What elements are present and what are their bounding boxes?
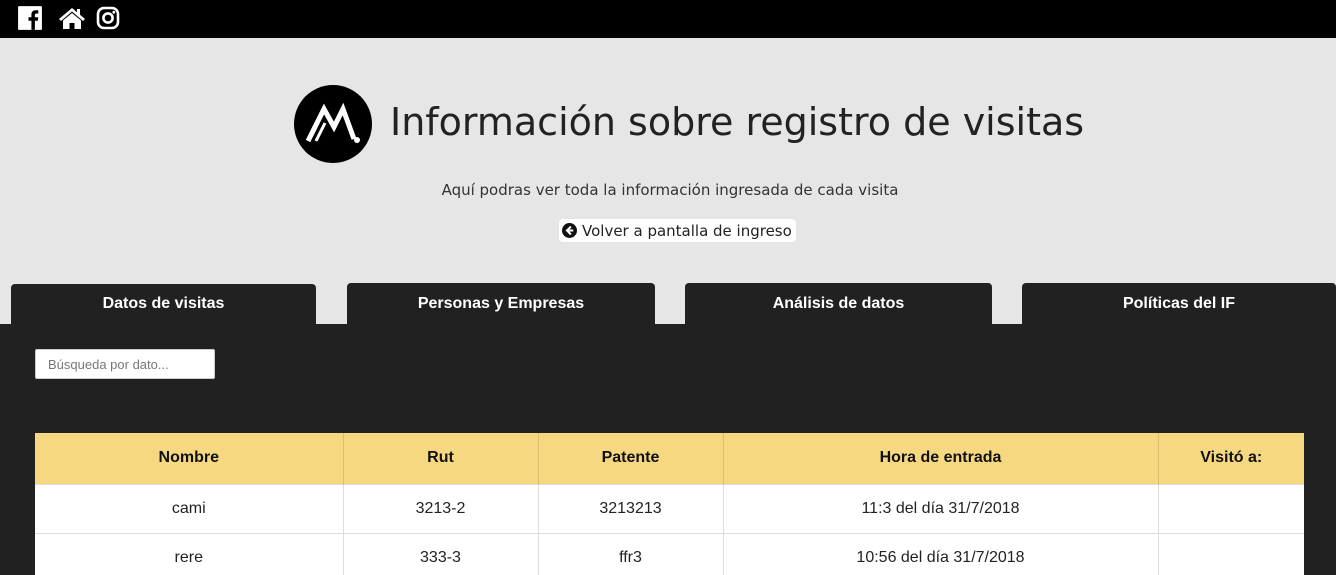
page-subtitle: Aquí podras ver toda la información ingr… [441,181,899,199]
tab-label: Análisis de datos [772,295,905,312]
cell-nombre: rere [35,532,344,575]
column-header-hora-de-entrada[interactable]: Hora de entrada [723,433,1159,484]
cell-hora-de-entrada: 11:3 del día 31/7/2018 [723,483,1159,533]
cell-visito-a [1158,483,1304,533]
tab-datos-de-visitas[interactable]: Datos de visitas [11,284,316,324]
facebook-icon[interactable] [17,5,43,31]
tab-politicas-del-if[interactable]: Políticas del IF [1022,283,1336,325]
column-header-rut[interactable]: Rut [343,433,539,484]
table-row[interactable]: cami 3213-2 3213213 11:3 del día 31/7/20… [35,483,1304,533]
cell-visito-a [1158,532,1304,575]
column-header-nombre[interactable]: Nombre [35,433,344,484]
back-to-entry-label: Volver a pantalla de ingreso [582,221,792,240]
tab-label: Políticas del IF [1122,295,1236,312]
brand-logo [294,85,372,163]
tab-label: Datos de visitas [102,295,225,312]
cell-hora-de-entrada: 10:56 del día 31/7/2018 [723,532,1159,575]
cell-nombre: cami [35,483,344,533]
search-input[interactable] [35,349,215,379]
column-header-visito-a[interactable]: Visitó a: [1158,433,1304,484]
cell-patente: ffr3 [538,532,724,575]
cell-patente: 3213213 [538,483,724,533]
table-header-row: Nombre Rut Patente Hora de entrada Visit… [35,433,1304,484]
table-row[interactable]: rere 333-3 ffr3 10:56 del día 31/7/2018 [35,532,1304,575]
cell-rut: 3213-2 [343,483,539,533]
home-icon[interactable] [58,5,86,31]
top-bar [0,0,1336,38]
tab-analisis-de-datos[interactable]: Análisis de datos [685,283,992,325]
instagram-icon[interactable] [96,6,120,30]
tab-label: Personas y Empresas [417,295,585,312]
arrow-left-circle-icon [562,223,577,238]
back-to-entry-button[interactable]: Volver a pantalla de ingreso [559,219,796,242]
column-header-patente[interactable]: Patente [538,433,724,484]
cell-rut: 333-3 [343,532,539,575]
visits-table: Nombre Rut Patente Hora de entrada Visit… [35,433,1304,575]
tab-personas-y-empresas[interactable]: Personas y Empresas [347,283,655,325]
page-title: Información sobre registro de visitas [390,100,1085,144]
